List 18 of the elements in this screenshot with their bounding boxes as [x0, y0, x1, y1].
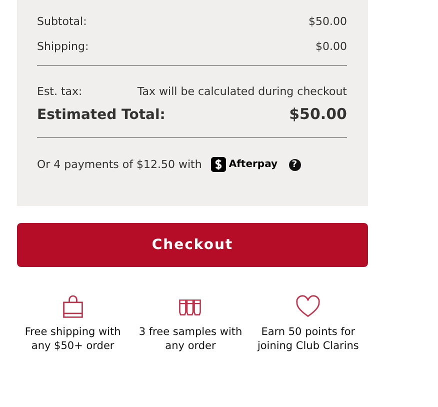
dollar-icon [210, 157, 226, 172]
row-label: Shipping: [37, 40, 89, 54]
perk-text: 3 free samples with any order [138, 325, 244, 353]
total-value: $50.00 [289, 105, 347, 123]
row-value: $0.00 [316, 40, 347, 54]
installments-text: Or 4 payments of $12.50 with [37, 158, 202, 171]
tax-note: Tax will be calculated during checkout [137, 85, 347, 99]
row-label: Subtotal: [37, 15, 87, 29]
bag-icon [60, 295, 85, 319]
checkout-button[interactable]: Checkout [17, 223, 368, 267]
tax-label: Est. tax: [37, 85, 82, 99]
afterpay-brand: Afterpay [228, 159, 278, 170]
perk-text: Free shipping with any $50+ order [24, 325, 122, 353]
heart-icon [296, 295, 320, 319]
help-button[interactable]: ? [288, 158, 301, 170]
row-value: $50.00 [308, 15, 347, 29]
total-label: Estimated Total: [37, 106, 166, 124]
perk-text: Earn 50 points for joining Club Clarins [256, 325, 360, 353]
